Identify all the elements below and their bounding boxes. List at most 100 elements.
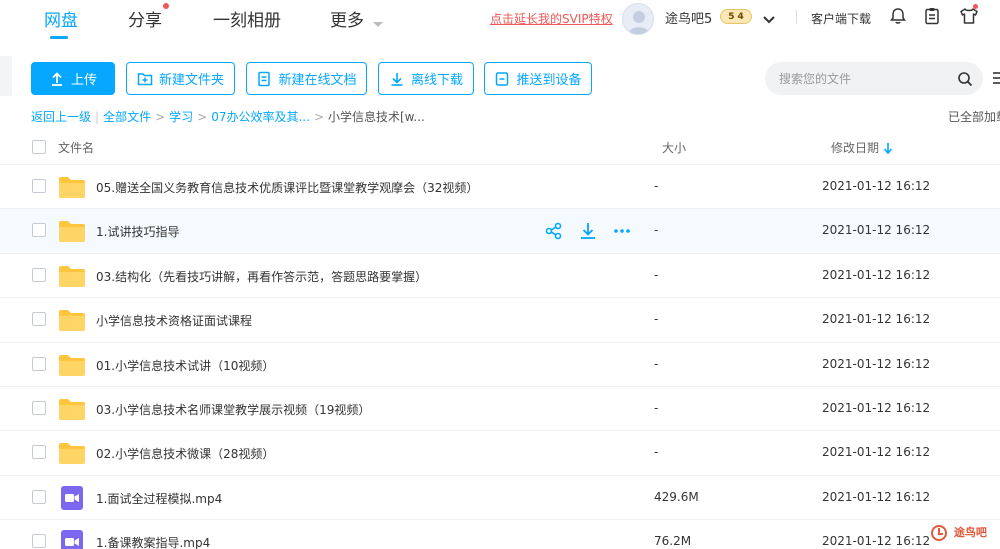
upload-button[interactable]: 上传 bbox=[31, 62, 115, 95]
table-row[interactable]: 05.赠送全国义务教育信息技术优质课评比暨课堂教学观摩会（32视频） - 2021-… bbox=[0, 164, 1000, 208]
folder-icon bbox=[58, 353, 86, 381]
modified-date: 2021-01-12 16:12 bbox=[822, 179, 931, 193]
table-row[interactable]: 03.小学信息技术名师课堂教学展示视频（19视频） - 2021-01-12 16:… bbox=[0, 386, 1000, 430]
video-file-icon bbox=[61, 485, 83, 514]
breadcrumb-study[interactable]: 学习 bbox=[169, 108, 193, 125]
row-checkbox[interactable] bbox=[32, 312, 46, 327]
folder-plus-icon bbox=[137, 72, 153, 85]
tab-more[interactable]: 更多 bbox=[330, 6, 364, 31]
column-header-name[interactable]: 文件名 bbox=[58, 139, 94, 156]
client-download-link[interactable]: 客户端下载 bbox=[811, 10, 871, 27]
breadcrumb-folder[interactable]: 07办公效率及其... bbox=[211, 108, 310, 125]
document-icon bbox=[258, 71, 271, 86]
tab-share[interactable]: 分享 bbox=[128, 6, 162, 31]
new-online-doc-button[interactable]: 新建在线文档 bbox=[246, 62, 367, 95]
breadcrumb-all-files[interactable]: 全部文件 bbox=[103, 108, 151, 125]
breadcrumb-back[interactable]: 返回上一级 bbox=[31, 108, 91, 125]
row-checkbox[interactable] bbox=[32, 179, 46, 193]
row-checkbox[interactable] bbox=[32, 223, 46, 238]
sidebar-collapsed-strip[interactable] bbox=[0, 56, 12, 96]
chevron-down-icon[interactable] bbox=[372, 14, 384, 33]
file-size: - bbox=[654, 179, 659, 193]
file-size: - bbox=[654, 356, 659, 371]
folder-icon bbox=[58, 175, 86, 203]
download-icon[interactable] bbox=[578, 221, 598, 241]
upload-icon bbox=[51, 71, 62, 86]
search-input[interactable] bbox=[779, 69, 949, 88]
select-all-checkbox[interactable] bbox=[32, 140, 46, 154]
svip-extend-link[interactable]: 点击延长我的SVIP特权 bbox=[490, 10, 613, 27]
username[interactable]: 途鸟吧5 bbox=[665, 8, 712, 27]
table-row[interactable]: 1.面试全过程模拟.mp4 429.6M 2021-01-12 16:12 bbox=[0, 474, 1000, 519]
vip-level: 5 bbox=[728, 11, 735, 22]
file-size: - bbox=[654, 401, 659, 415]
table-row[interactable]: 1.备课教案指导.mp4 76.2M 2021-01-12 16:12 bbox=[0, 519, 1000, 549]
user-menu-chevron-icon[interactable] bbox=[762, 10, 776, 29]
row-checkbox[interactable] bbox=[32, 356, 46, 371]
list-view-icon[interactable] bbox=[993, 70, 1000, 86]
avatar[interactable] bbox=[622, 3, 654, 35]
table-header: 文件名 大小 修改日期 bbox=[0, 132, 1000, 162]
file-name[interactable]: 05.赠送全国义务教育信息技术优质课评比暨课堂教学观摩会（32视频） bbox=[96, 179, 478, 196]
row-checkbox[interactable] bbox=[32, 534, 46, 549]
offline-download-button[interactable]: 离线下载 bbox=[378, 62, 474, 95]
push-to-device-button[interactable]: 推送到设备 bbox=[484, 62, 592, 95]
table-row[interactable]: 02.小学信息技术微课（28视频） - 2021-01-12 16:12 bbox=[0, 430, 1000, 474]
push-to-device-label: 推送到设备 bbox=[516, 73, 582, 88]
table-row[interactable]: 03.结构化（先看技巧讲解，再看作答示范，答题思路要掌握） - 2021-01-12… bbox=[0, 252, 1000, 297]
search-box bbox=[765, 62, 983, 95]
all-loaded-text: 已全部加载 bbox=[948, 110, 1000, 124]
table-row[interactable]: 01.小学信息技术试讲（10视频） - 2021-01-12 16:12 bbox=[0, 341, 1000, 386]
sort-arrow-down-icon[interactable] bbox=[883, 140, 893, 159]
modified-date: 2021-01-12 16:12 bbox=[822, 312, 931, 327]
row-checkbox[interactable] bbox=[32, 267, 46, 282]
upload-label: 上传 bbox=[70, 73, 97, 88]
file-name[interactable]: 02.小学信息技术微课（28视频） bbox=[96, 445, 274, 462]
table-row[interactable]: 1.试讲技巧指导 - 2021-01-12 16:12 bbox=[0, 208, 1000, 253]
breadcrumb-divider: | bbox=[95, 109, 100, 124]
tab-photo-album[interactable]: 一刻相册 bbox=[213, 6, 281, 31]
row-actions bbox=[544, 221, 632, 241]
vip-badge: 5 4 bbox=[720, 9, 752, 24]
file-name[interactable]: 03.小学信息技术名师课堂教学展示视频（19视频） bbox=[96, 401, 370, 418]
row-checkbox[interactable] bbox=[32, 489, 46, 504]
search-icon[interactable] bbox=[957, 71, 973, 91]
modified-date: 2021-01-12 16:12 bbox=[822, 267, 931, 282]
bell-icon[interactable] bbox=[888, 6, 908, 26]
modified-date: 2021-01-12 16:12 bbox=[822, 401, 931, 415]
folder-icon bbox=[58, 397, 86, 425]
device-icon bbox=[496, 71, 509, 86]
file-name[interactable]: 01.小学信息技术试讲（10视频） bbox=[96, 357, 274, 374]
tab-netdisk[interactable]: 网盘 bbox=[44, 6, 78, 31]
offline-download-label: 离线下载 bbox=[410, 73, 463, 88]
download-icon bbox=[391, 72, 403, 86]
file-name[interactable]: 03.结构化（先看技巧讲解，再看作答示范，答题思路要掌握） bbox=[96, 268, 427, 285]
file-size: 76.2M bbox=[654, 534, 692, 549]
column-header-size[interactable]: 大小 bbox=[662, 139, 686, 156]
table-row[interactable]: 小学信息技术资格证面试课程 - 2021-01-12 16:12 bbox=[0, 297, 1000, 341]
folder-icon bbox=[58, 219, 86, 247]
file-name[interactable]: 1.备课教案指导.mp4 bbox=[96, 534, 210, 549]
notification-dot bbox=[163, 3, 169, 9]
file-name[interactable]: 1.面试全过程模拟.mp4 bbox=[96, 490, 222, 507]
modified-date: 2021-01-12 16:12 bbox=[822, 534, 931, 549]
row-checkbox[interactable] bbox=[32, 401, 46, 415]
file-name[interactable]: 1.试讲技巧指导 bbox=[96, 223, 179, 240]
share-icon[interactable] bbox=[544, 221, 564, 241]
notification-dot bbox=[973, 4, 978, 9]
clipboard-icon[interactable] bbox=[922, 6, 942, 26]
modified-date: 2021-01-12 16:12 bbox=[822, 356, 931, 371]
row-checkbox[interactable] bbox=[32, 445, 46, 460]
new-online-doc-label: 新建在线文档 bbox=[278, 73, 357, 88]
breadcrumb-separator: > bbox=[313, 109, 324, 124]
column-header-date[interactable]: 修改日期 bbox=[831, 139, 879, 156]
folder-icon bbox=[58, 441, 86, 469]
breadcrumb: 返回上一级 | 全部文件 > 学习 > 07办公效率及其... > 小学信息技术… bbox=[31, 108, 425, 125]
tshirt-icon[interactable] bbox=[958, 6, 978, 26]
more-options-icon[interactable] bbox=[612, 221, 632, 241]
breadcrumb-separator: > bbox=[155, 109, 166, 124]
top-nav: 网盘 分享 一刻相册 更多 点击延长我的SVIP特权 途鸟吧5 5 4 客户端下… bbox=[0, 0, 1000, 46]
file-name[interactable]: 小学信息技术资格证面试课程 bbox=[96, 312, 252, 329]
vip-count: 4 bbox=[737, 11, 744, 22]
new-folder-button[interactable]: 新建文件夹 bbox=[126, 62, 235, 95]
